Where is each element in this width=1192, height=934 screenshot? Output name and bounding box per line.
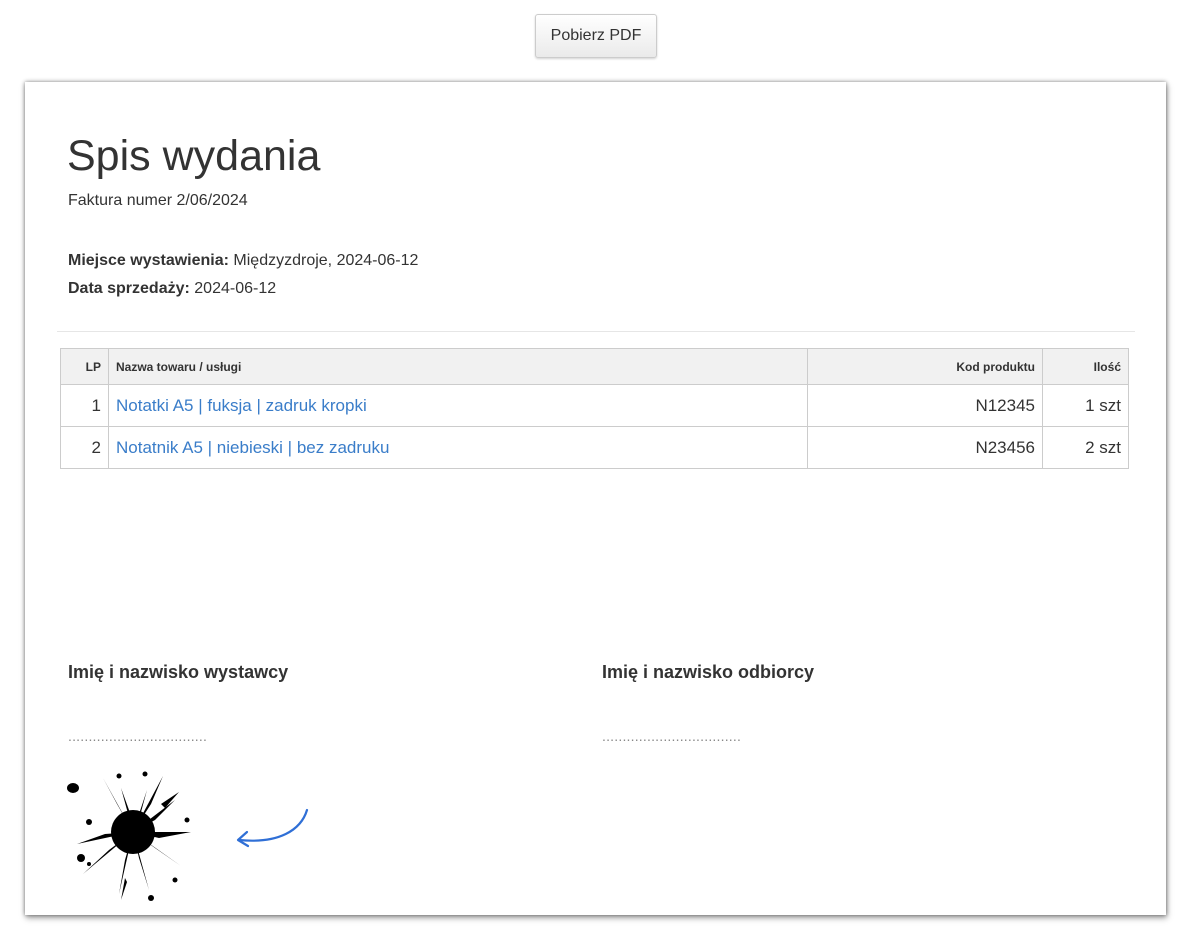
header-name: Nazwa towaru / usługi xyxy=(108,348,808,385)
items-table: LP Nazwa towaru / usługi Kod produktu Il… xyxy=(60,348,1129,469)
row-name: Notatki A5 | fuksja | zadruk kropki xyxy=(108,384,808,427)
curved-arrow-icon xyxy=(236,808,309,848)
row-lp: 1 xyxy=(60,384,109,427)
invoice-number: Faktura numer 2/06/2024 xyxy=(68,192,248,209)
row-name: Notatnik A5 | niebieski | bez zadruku xyxy=(108,426,808,469)
document-page: Spis wydania Faktura numer 2/06/2024 Mie… xyxy=(25,82,1166,915)
table-row: 1 Notatki A5 | fuksja | zadruk kropki N1… xyxy=(60,384,1129,427)
row-code: N23456 xyxy=(807,426,1043,469)
product-link[interactable]: Notatnik A5 | niebieski | bez zadruku xyxy=(116,438,389,457)
issue-place-label: Miejsce wystawienia: xyxy=(68,252,229,269)
header-code: Kod produktu xyxy=(807,348,1043,385)
issue-place-value: Międzyzdroje, 2024-06-12 xyxy=(228,252,419,269)
separator xyxy=(57,331,1135,332)
row-lp: 2 xyxy=(60,426,109,469)
sale-date-label: Data sprzedaży: xyxy=(68,280,190,297)
table-header-row: LP Nazwa towaru / usługi Kod produktu Il… xyxy=(60,348,1129,385)
document-title: Spis wydania xyxy=(67,132,321,180)
header-lp: LP xyxy=(60,348,109,385)
toolbar: Pobierz PDF xyxy=(0,14,1192,58)
sale-date-value: 2024-06-12 xyxy=(189,280,277,297)
ink-splat-icon xyxy=(67,771,191,901)
table-row: 2 Notatnik A5 | niebieski | bez zadruku … xyxy=(60,426,1129,469)
receiver-signature-line: .................................. xyxy=(602,728,742,744)
download-pdf-button[interactable]: Pobierz PDF xyxy=(534,14,658,58)
sale-date: Data sprzedaży: 2024-06-12 xyxy=(68,280,276,298)
header-qty: Ilość xyxy=(1042,348,1129,385)
product-link[interactable]: Notatki A5 | fuksja | zadruk kropki xyxy=(116,396,367,415)
issuer-signature-line: .................................. xyxy=(68,728,208,744)
row-qty: 2 szt xyxy=(1042,426,1129,469)
issuer-signature-label: Imię i nazwisko wystawcy xyxy=(68,662,289,682)
row-qty: 1 szt xyxy=(1042,384,1129,427)
issue-place: Miejsce wystawienia: Międzyzdroje, 2024-… xyxy=(68,252,418,270)
row-code: N12345 xyxy=(807,384,1043,427)
receiver-signature-label: Imię i nazwisko odbiorcy xyxy=(602,662,815,682)
